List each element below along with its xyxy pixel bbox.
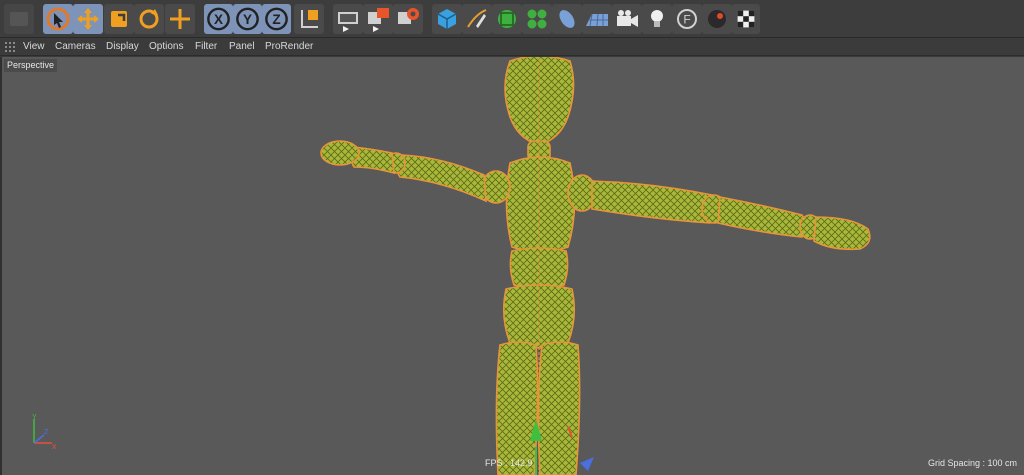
render-settings-icon xyxy=(398,8,419,24)
wooden-mannequin-mesh[interactable] xyxy=(2,57,1024,475)
viewport-camera-label[interactable]: Perspective xyxy=(4,59,58,72)
y-axis-lock-button[interactable]: Y xyxy=(233,4,262,34)
render-view-icon xyxy=(338,12,358,32)
mannequin-head xyxy=(504,57,575,146)
fps-readout: FPS : 142.9 xyxy=(485,458,533,468)
mannequin-left-upper-arm xyxy=(395,154,487,203)
mannequin-right-forearm xyxy=(717,196,806,238)
checker-tag-icon xyxy=(737,10,755,28)
z-axis-handle[interactable] xyxy=(580,457,594,471)
coordinate-system-icon xyxy=(301,10,318,28)
floor-button[interactable] xyxy=(582,4,612,34)
mannequin-right-thigh xyxy=(537,341,581,475)
render-to-picture-viewer-button[interactable] xyxy=(363,4,393,34)
cube-icon xyxy=(437,9,457,29)
material-button[interactable] xyxy=(702,4,732,34)
x-axis-lock-button[interactable]: X xyxy=(204,4,233,34)
checker-tag-button[interactable] xyxy=(732,4,760,34)
deformer-button[interactable] xyxy=(552,4,582,34)
camera-button[interactable] xyxy=(612,4,642,34)
svg-text:Z: Z xyxy=(44,429,49,436)
svg-text:Y: Y xyxy=(32,414,37,421)
world-axis-icon: Y X Z xyxy=(32,414,57,451)
coordinate-system-button[interactable] xyxy=(294,4,324,34)
pen-spline-button[interactable] xyxy=(462,4,492,34)
subdivision-button[interactable] xyxy=(492,4,522,34)
rotate-icon xyxy=(139,9,159,29)
field-icon: F xyxy=(677,9,697,29)
svg-text:X: X xyxy=(52,444,57,451)
z-axis-lock-icon: Z xyxy=(265,7,288,31)
grip-icon[interactable] xyxy=(5,42,16,52)
material-icon xyxy=(708,10,726,28)
render-view-button[interactable] xyxy=(333,4,363,34)
mannequin-left-hand xyxy=(320,140,360,166)
pen-icon xyxy=(467,9,487,28)
move-tool-button[interactable] xyxy=(73,4,103,34)
scale-tool-button[interactable] xyxy=(104,4,134,34)
field-button[interactable]: F xyxy=(672,4,702,34)
light-button[interactable] xyxy=(642,4,672,34)
y-axis-lock-icon: Y xyxy=(236,7,259,31)
select-icon xyxy=(46,7,70,31)
undo-button[interactable] xyxy=(4,4,34,34)
deformer-icon xyxy=(559,10,575,28)
subdivision-icon xyxy=(498,10,516,28)
viewport-menu-bar: View Cameras Display Options Filter Pane… xyxy=(0,38,1024,56)
move-icon xyxy=(77,8,99,30)
menu-prorender[interactable]: ProRender xyxy=(265,41,313,53)
perspective-viewport[interactable]: Perspective Y X Z FPS : 142.9 Grid Spaci… xyxy=(0,57,1024,475)
svg-text:F: F xyxy=(683,13,690,27)
menu-panel[interactable]: Panel xyxy=(229,41,255,53)
menu-display[interactable]: Display xyxy=(106,41,139,53)
rotate-tool-button[interactable] xyxy=(134,4,164,34)
svg-text:Y: Y xyxy=(243,12,252,27)
menu-filter[interactable]: Filter xyxy=(195,41,217,53)
x-axis-lock-icon: X xyxy=(207,7,230,31)
scale-icon xyxy=(111,11,127,27)
menu-options[interactable]: Options xyxy=(149,41,183,53)
menu-cameras[interactable]: Cameras xyxy=(55,41,96,53)
floor-icon xyxy=(586,13,608,27)
transform-icon xyxy=(170,9,190,29)
z-axis-lock-button[interactable]: Z xyxy=(262,4,291,34)
mannequin-right-hand xyxy=(813,216,871,251)
grid-spacing-readout: Grid Spacing : 100 cm xyxy=(927,458,1017,468)
svg-text:X: X xyxy=(214,12,223,27)
undo-icon xyxy=(10,12,28,26)
cloner-button[interactable] xyxy=(522,4,552,34)
render-settings-button[interactable] xyxy=(393,4,423,34)
menu-view[interactable]: View xyxy=(23,41,45,53)
light-icon xyxy=(651,10,663,27)
transform-tool-button[interactable] xyxy=(165,4,195,34)
cube-object-button[interactable] xyxy=(432,4,462,34)
mannequin-right-upper-arm xyxy=(591,180,716,224)
select-tool-button[interactable] xyxy=(43,4,73,34)
svg-text:Z: Z xyxy=(272,12,280,27)
mannequin-left-thigh xyxy=(495,341,539,475)
render-to-picture-viewer-icon xyxy=(368,8,389,32)
cloner-icon xyxy=(527,9,547,29)
camera-icon xyxy=(617,10,638,27)
main-toolbar: X Y Z F xyxy=(0,0,1024,38)
mannequin-chest xyxy=(505,156,576,253)
